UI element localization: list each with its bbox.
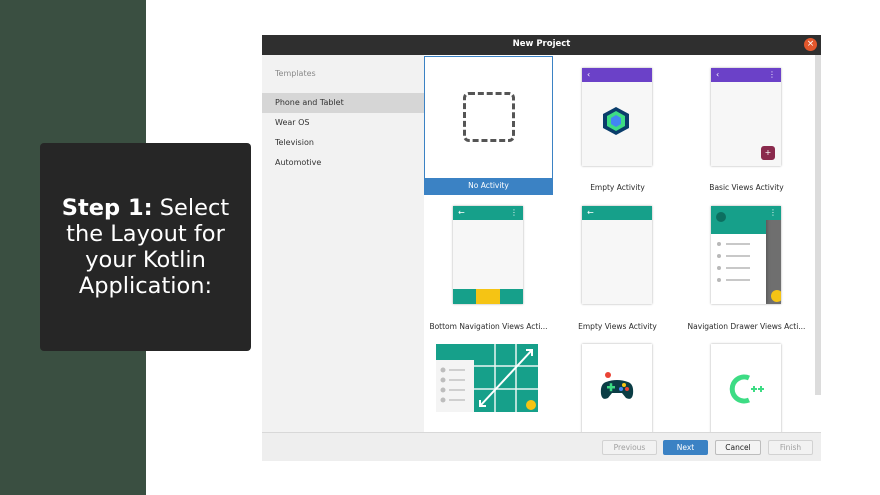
gamepad-icon [600, 380, 634, 399]
template-no-activity[interactable]: No Activity [424, 56, 553, 195]
dialog-titlebar: New Project × [262, 35, 821, 55]
previous-button[interactable]: Previous [602, 440, 657, 455]
app-bar: ‹ ⋮ [711, 68, 781, 82]
app-bar: ⋮ [766, 206, 781, 220]
overflow-menu-icon: ⋮ [510, 208, 518, 217]
fab-plus-icon: + [761, 146, 775, 160]
template-bottom-navigation-views-activity[interactable]: ← ⋮ Bottom Navigation Views Acti... [424, 195, 553, 334]
phone-preview: ← ⋮ [453, 206, 523, 304]
overflow-menu-icon: ⋮ [768, 70, 776, 79]
back-arrow-icon: ‹ [716, 70, 720, 79]
left-arrow-icon: ← [587, 208, 594, 217]
phone-preview: ‹ ⋮ + [711, 68, 781, 166]
new-project-dialog: New Project × Templates Phone and Tablet… [262, 35, 821, 461]
template-navigation-drawer-views-activity[interactable]: ⋮ Navigation Drawer Views Acti... [682, 195, 811, 334]
template-native-cpp[interactable] [682, 334, 811, 432]
template-basic-views-activity[interactable]: ‹ ⋮ + Basic Views Activity [682, 56, 811, 195]
template-empty-views-activity[interactable]: ← Empty Views Activity [553, 195, 682, 334]
template-responsive-views-activity[interactable] [424, 334, 553, 432]
sidebar-item-phone-and-tablet[interactable]: Phone and Tablet [262, 93, 424, 113]
avatar [716, 212, 726, 222]
template-label: Bottom Navigation Views Acti... [429, 322, 548, 331]
navigation-drawer [711, 206, 766, 304]
step-label: Step 1: [61, 195, 153, 221]
grid-scrollbar[interactable] [815, 55, 821, 395]
app-bar: ← [582, 206, 652, 220]
phone-preview: ⋮ [711, 206, 781, 304]
sidebar-item-automotive[interactable]: Automotive [262, 153, 424, 173]
cpp-logo-icon [729, 374, 764, 404]
template-empty-activity[interactable]: ‹ Empty Activity [553, 56, 682, 195]
drawer-item [717, 254, 757, 258]
next-button[interactable]: Next [663, 440, 708, 455]
phone-preview [711, 344, 781, 432]
drawer-item [717, 242, 757, 246]
app-bar: ‹ [582, 68, 652, 82]
drawer-item [717, 278, 757, 282]
step-text: Step 1: Select the Layout for your Kotli… [52, 195, 239, 299]
template-label: Empty Views Activity [578, 322, 657, 331]
template-label: No Activity [425, 178, 552, 194]
sidebar-item-wear-os[interactable]: Wear OS [262, 113, 424, 133]
templates-heading: Templates [275, 69, 316, 78]
template-label: Empty Activity [590, 183, 645, 192]
template-game-activity[interactable] [553, 334, 682, 432]
empty-placeholder-icon [463, 92, 515, 142]
template-label: Basic Views Activity [709, 183, 784, 192]
phone-preview: ← [582, 206, 652, 304]
phone-preview: ‹ [582, 68, 652, 166]
left-arrow-icon: ← [458, 208, 465, 217]
dialog-button-bar: Previous Next Cancel Finish [262, 432, 821, 461]
finish-button[interactable]: Finish [768, 440, 813, 455]
templates-sidebar: Templates Phone and Tablet Wear OS Telev… [262, 55, 424, 432]
step-callout: Step 1: Select the Layout for your Kotli… [40, 143, 251, 351]
bottom-navigation-bar [453, 289, 523, 304]
back-arrow-icon: ‹ [587, 70, 591, 79]
notification-dot-icon [605, 372, 611, 378]
sidebar-item-television[interactable]: Television [262, 133, 424, 153]
overflow-menu-icon: ⋮ [769, 208, 777, 217]
close-icon[interactable]: × [804, 38, 817, 51]
app-bar: ← ⋮ [453, 206, 523, 220]
cancel-button[interactable]: Cancel [715, 440, 761, 455]
drawer-item [717, 266, 757, 270]
responsive-layout-preview-icon [436, 344, 538, 412]
dialog-title: New Project [512, 39, 571, 49]
phone-preview [582, 344, 652, 432]
drawer-header [711, 206, 766, 234]
jetpack-compose-logo-icon [603, 107, 629, 135]
template-label: Navigation Drawer Views Acti... [687, 322, 806, 331]
templates-grid: No Activity ‹ Empty Activity ‹ ⋮ + Basic… [424, 55, 821, 432]
fab-icon [771, 290, 781, 302]
